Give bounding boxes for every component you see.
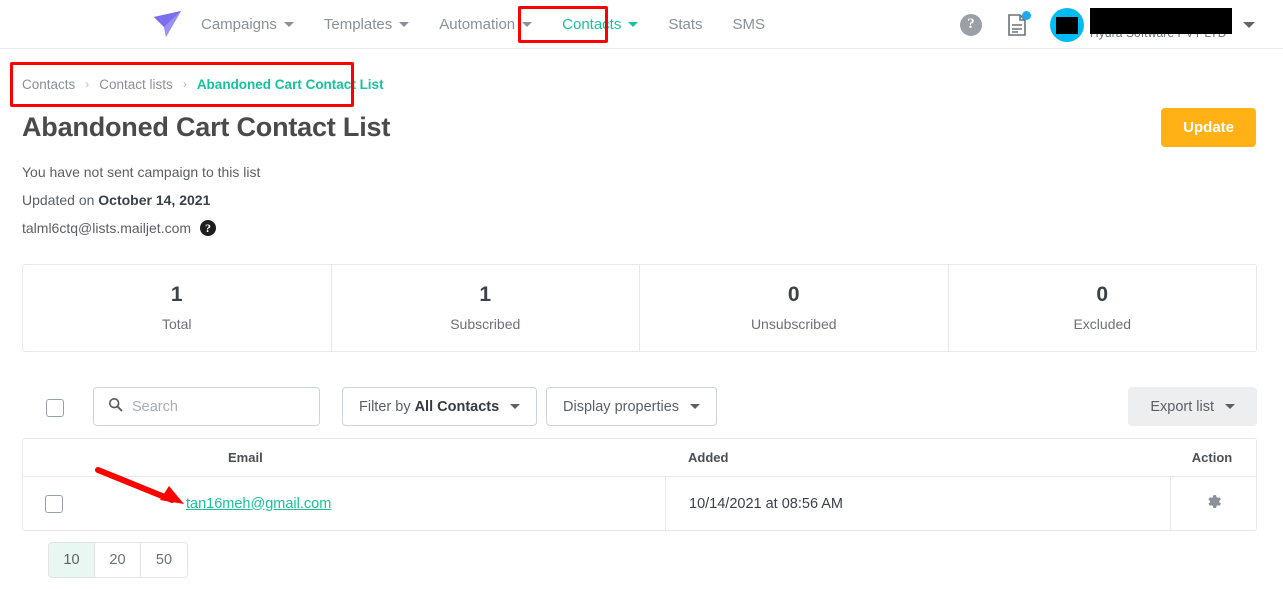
top-navigation-bar: Campaigns Templates Automation Contacts … bbox=[0, 0, 1283, 49]
chevron-down-icon bbox=[283, 22, 294, 27]
search-input[interactable] bbox=[132, 398, 302, 415]
breadcrumb: Contacts › Contact lists › Abandoned Car… bbox=[22, 75, 384, 93]
stat-value: 1 bbox=[170, 283, 183, 306]
help-icon[interactable]: ? bbox=[960, 13, 982, 36]
account-name-redaction bbox=[1090, 8, 1232, 34]
breadcrumb-item-contact-lists[interactable]: Contact lists bbox=[99, 77, 173, 92]
stats-card-group: 1 Total 1 Subscribed 0 Unsubscribed 0 Ex… bbox=[22, 264, 1257, 352]
campaign-status-text: You have not sent campaign to this list bbox=[22, 164, 261, 180]
contacts-table: Email Added Action tan16meh@gmail.com 10… bbox=[22, 438, 1257, 531]
updated-on-text: Updated on October 14, 2021 bbox=[22, 192, 210, 208]
avatar[interactable] bbox=[1050, 7, 1084, 42]
stat-card-excluded: 0 Excluded bbox=[949, 265, 1257, 351]
stat-label: Unsubscribed bbox=[750, 316, 837, 332]
stat-label: Excluded bbox=[1073, 316, 1132, 332]
nav-item-label: SMS bbox=[732, 16, 766, 33]
updated-date: October 14, 2021 bbox=[98, 192, 211, 208]
cell-action bbox=[1170, 477, 1256, 530]
row-select-checkbox-cell bbox=[23, 494, 85, 513]
filter-selected-value: All Contacts bbox=[414, 398, 500, 415]
search-box[interactable] bbox=[93, 387, 320, 426]
nav-item-campaigns[interactable]: Campaigns bbox=[193, 0, 302, 49]
cell-email: tan16meh@gmail.com bbox=[85, 496, 665, 512]
page-title: Abandoned Cart Contact List bbox=[22, 112, 391, 142]
stat-card-subscribed: 1 Subscribed bbox=[332, 265, 640, 351]
chevron-down-icon bbox=[510, 404, 521, 409]
gear-icon[interactable] bbox=[1204, 492, 1223, 515]
page-size-option-20[interactable]: 20 bbox=[95, 543, 141, 577]
search-icon bbox=[108, 397, 123, 417]
chevron-down-icon bbox=[1225, 404, 1235, 409]
nav-item-label: Automation bbox=[439, 16, 516, 33]
nav-right-cluster: ? Hydra Software PVT LTD bbox=[960, 0, 1283, 49]
export-list-label: Export list bbox=[1150, 398, 1214, 415]
notification-dot-icon bbox=[1022, 10, 1031, 20]
updated-prefix: Updated on bbox=[22, 192, 99, 208]
nav-item-contacts[interactable]: Contacts bbox=[554, 0, 646, 49]
nav-item-templates[interactable]: Templates bbox=[316, 0, 417, 49]
display-properties-label: Display properties bbox=[563, 398, 680, 415]
page-size-option-50[interactable]: 50 bbox=[141, 543, 187, 577]
nav-item-automation[interactable]: Automation bbox=[431, 0, 540, 49]
nav-item-label: Stats bbox=[668, 16, 703, 33]
row-select-checkbox[interactable] bbox=[45, 494, 63, 513]
page-size-selector: 10 20 50 bbox=[48, 542, 188, 578]
header-cell-email[interactable]: Email bbox=[85, 450, 665, 465]
update-button[interactable]: Update bbox=[1161, 108, 1256, 147]
stat-value: 0 bbox=[787, 283, 800, 306]
header-cell-action: Action bbox=[1191, 450, 1233, 465]
nav-item-label: Contacts bbox=[562, 16, 622, 33]
chevron-down-icon bbox=[690, 404, 701, 409]
nav-item-label: Templates bbox=[323, 16, 393, 33]
stat-card-unsubscribed: 0 Unsubscribed bbox=[640, 265, 949, 351]
display-properties-dropdown[interactable]: Display properties bbox=[546, 387, 718, 426]
stat-value: 1 bbox=[479, 283, 492, 306]
breadcrumb-item-current: Abandoned Cart Contact List bbox=[196, 76, 384, 92]
list-email-address: talml6ctq@lists.mailjet.com bbox=[22, 220, 192, 236]
documents-icon[interactable] bbox=[1006, 10, 1031, 37]
stat-value: 0 bbox=[1096, 283, 1109, 306]
list-email-help-icon[interactable]: ? bbox=[200, 220, 217, 236]
breadcrumb-separator-icon: › bbox=[182, 77, 187, 91]
nav-item-sms[interactable]: SMS bbox=[725, 0, 774, 49]
cell-added: 10/14/2021 at 08:56 AM bbox=[665, 477, 1170, 530]
account-chevron-down-icon[interactable] bbox=[1243, 21, 1255, 28]
nav-item-stats[interactable]: Stats bbox=[660, 0, 710, 49]
contacts-toolbar: Filter by All Contacts Display propertie… bbox=[22, 387, 1257, 427]
filter-prefix-label: Filter by bbox=[359, 398, 411, 415]
avatar-redaction bbox=[1056, 16, 1078, 34]
page-size-option-10[interactable]: 10 bbox=[49, 543, 95, 577]
breadcrumb-separator-icon: › bbox=[85, 77, 90, 91]
breadcrumb-item-contacts[interactable]: Contacts bbox=[22, 77, 75, 92]
select-all-checkbox[interactable] bbox=[46, 399, 64, 417]
chevron-down-icon bbox=[399, 22, 410, 27]
main-nav-items: Campaigns Templates Automation Contacts … bbox=[193, 0, 787, 49]
export-list-dropdown[interactable]: Export list bbox=[1128, 387, 1257, 426]
contact-email-link[interactable]: tan16meh@gmail.com bbox=[186, 496, 331, 512]
chevron-down-icon bbox=[522, 22, 533, 27]
table-row: tan16meh@gmail.com 10/14/2021 at 08:56 A… bbox=[23, 477, 1256, 530]
stat-label: Subscribed bbox=[450, 316, 521, 332]
nav-item-label: Campaigns bbox=[201, 16, 277, 33]
mailjet-logo-icon[interactable] bbox=[150, 8, 186, 40]
stat-label: Total bbox=[161, 316, 192, 332]
table-header-row: Email Added Action bbox=[23, 439, 1256, 477]
stat-card-total: 1 Total bbox=[23, 265, 332, 351]
list-email-row: talml6ctq@lists.mailjet.com ? bbox=[22, 220, 217, 236]
header-cell-added[interactable]: Added bbox=[665, 439, 1170, 476]
filter-by-dropdown[interactable]: Filter by All Contacts bbox=[342, 387, 538, 426]
chevron-down-icon bbox=[628, 22, 639, 27]
account-name-wrapper[interactable]: Hydra Software PVT LTD bbox=[1090, 0, 1235, 49]
